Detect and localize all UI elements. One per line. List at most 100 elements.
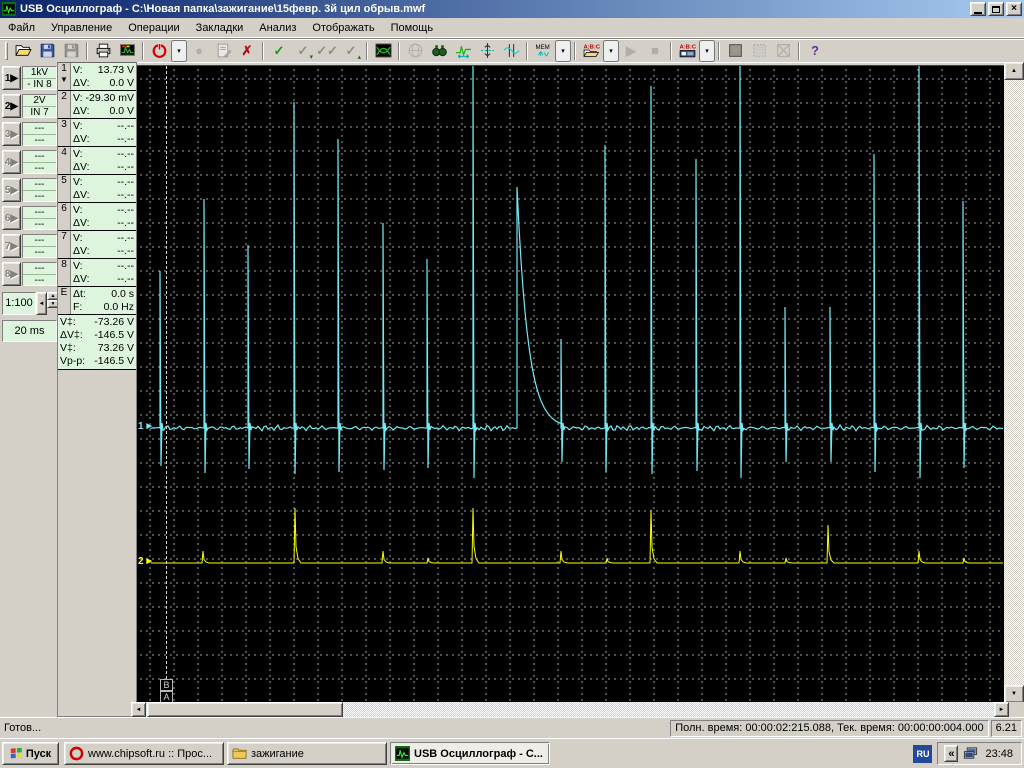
channel-2-scale-box[interactable]: 2VIN 7 [22,94,57,118]
readout-line: ΔV:--.-- [73,133,134,146]
cursor-label-b[interactable]: B [160,679,173,691]
restore-button[interactable] [988,2,1004,16]
readout-value: --.-- [117,217,134,230]
scroll-down-button[interactable]: ▼ [1004,685,1024,703]
channel-1-button[interactable]: 1▶ [2,66,21,90]
cursor-label-a[interactable]: A [160,691,173,702]
vertical-scrollbar[interactable]: ▲ ▼ [1004,62,1024,703]
display-settings-button[interactable] [115,40,139,62]
toolbar-grip[interactable] [5,42,8,60]
channel-8-scale-box[interactable]: ------ [22,262,57,286]
title-bar[interactable]: USB Осциллограф - C:\Новая папка\зажиган… [0,0,1024,18]
cursor-vertical-button[interactable] [475,40,499,62]
divider-ratio-value[interactable]: 1:100 [2,292,36,315]
menu-item[interactable]: Закладки [188,20,252,36]
menu-item[interactable]: Отображать [304,20,382,36]
script-display-button[interactable]: A:B:C [675,40,699,62]
task-button[interactable]: зажигание [227,742,387,765]
channel-3-scale-box[interactable]: ------ [22,122,57,146]
readout-line: V:-29.30 mV [73,92,134,105]
readout-label: ΔV: [73,133,90,146]
readout-value: 0.0 Hz [104,301,134,314]
channel-7-scale-box[interactable]: ------ [22,234,57,258]
memory-dropdown[interactable]: ▾ [555,40,571,62]
print-button[interactable] [91,40,115,62]
check-icon: ✓ [274,44,285,57]
menu-item[interactable]: Анализ [251,20,304,36]
channel-5-button[interactable]: 5▶ [2,178,21,202]
search-signal-button[interactable] [427,40,451,62]
scroll-left-button[interactable]: ◄ [131,702,146,717]
channel-input-label: --- [23,135,56,146]
window-title: USB Осциллограф - C:\Новая папка\зажиган… [20,3,968,15]
channel-3-button[interactable]: 3▶ [2,122,21,146]
script-open-button[interactable]: A:B:C [579,40,603,62]
menu-item[interactable]: Помощь [383,20,442,36]
scroll-up-button[interactable]: ▲ [1004,62,1024,80]
readout-value: --.-- [117,148,134,161]
bookmark-set-button[interactable]: ✓ [267,40,291,62]
menu-item[interactable]: Управление [43,20,120,36]
measure-auto-button[interactable] [451,40,475,62]
readout-label: V: [73,120,83,133]
channel-row: 7▶------ [0,234,57,258]
scroll-right-button[interactable]: ► [994,702,1009,717]
record-start-stop-dropdown[interactable]: ▾ [171,40,187,62]
channel-2-button[interactable]: 2▶ [2,94,21,118]
bookmark-prev-button[interactable]: ✓▾ [291,40,315,62]
time-cursor-line[interactable] [166,66,167,679]
timebase-value[interactable]: 20 ms [2,320,57,342]
channel-row: 1▶1kV- IN 8 [0,66,57,90]
trace1-position-marker[interactable]: 1 ► [138,421,153,432]
readout-line: V:--.-- [73,120,134,133]
menu-item[interactable]: Файл [0,20,43,36]
readout-values: V:--.--ΔV:--.-- [71,203,136,230]
clock[interactable]: 23:48 [983,748,1015,760]
channel-8-button[interactable]: 8▶ [2,262,21,286]
cursor-horizontal-button[interactable] [499,40,523,62]
open-file-button[interactable] [11,40,35,62]
bookmark-list-button[interactable]: ✓✓ [315,40,339,62]
language-indicator[interactable]: RU [913,745,932,763]
minimize-button[interactable] [970,2,986,16]
help-button[interactable]: ? [803,40,827,62]
start-button[interactable]: Пуск [2,742,59,765]
close-button[interactable]: × [1006,2,1022,16]
block-fill-button[interactable] [723,40,747,62]
horizontal-scroll-thumb[interactable] [147,702,343,717]
oscilloscope-display[interactable]: B A 1 ► 2 ► [137,62,1004,702]
channel-4-scale-box[interactable]: ------ [22,150,57,174]
script-open-dropdown[interactable]: ▾ [603,40,619,62]
task-button[interactable]: USB Осциллограф - C... [390,742,550,765]
delete-fragment-button[interactable]: ✗ [235,40,259,62]
record-single-button: ● [187,40,211,62]
ratio-left-arrow-button[interactable]: ◄ [36,292,47,315]
channel-6-scale-box[interactable]: ------ [22,206,57,230]
channel-6-button[interactable]: 6▶ [2,206,21,230]
toolbar-separator [366,42,368,60]
bookmark-next-button[interactable]: ✓▴ [339,40,363,62]
channel-5-scale-box[interactable]: ------ [22,178,57,202]
task-button[interactable]: www.chipsoft.ru :: Прос... [64,742,224,765]
menu-bar: ФайлУправлениеОперацииЗакладкиАнализОтоб… [0,18,1024,38]
readout-value: 0.0 V [109,77,134,90]
channel-1-scale-box[interactable]: 1kV- IN 8 [22,66,57,90]
record-start-stop-button[interactable] [147,40,171,62]
network-monitor-icon[interactable] [963,746,978,761]
menu-item[interactable]: Операции [120,20,187,36]
readout-value: 0.0 s [111,288,134,301]
cursor-stat-label: V‡: [60,316,76,329]
readout-row-7: 7V:--.--ΔV:--.-- [58,231,136,259]
readout-label: ΔV: [73,161,90,174]
memory-button[interactable]: MEM [531,40,555,62]
scope-grid-area[interactable]: B A 1 ► 2 ► [137,66,1004,702]
tray-chevron-button[interactable]: « [944,745,958,762]
readout-line: ΔV:--.-- [73,245,134,258]
channel-7-button[interactable]: 7▶ [2,234,21,258]
horizontal-scrollbar[interactable]: ◄ ► [131,702,1009,717]
script-display-dropdown[interactable]: ▾ [699,40,715,62]
save-file-button[interactable] [35,40,59,62]
channel-4-button[interactable]: 4▶ [2,150,21,174]
trace2-position-marker[interactable]: 2 ► [138,556,153,567]
xy-mode-button[interactable] [371,40,395,62]
